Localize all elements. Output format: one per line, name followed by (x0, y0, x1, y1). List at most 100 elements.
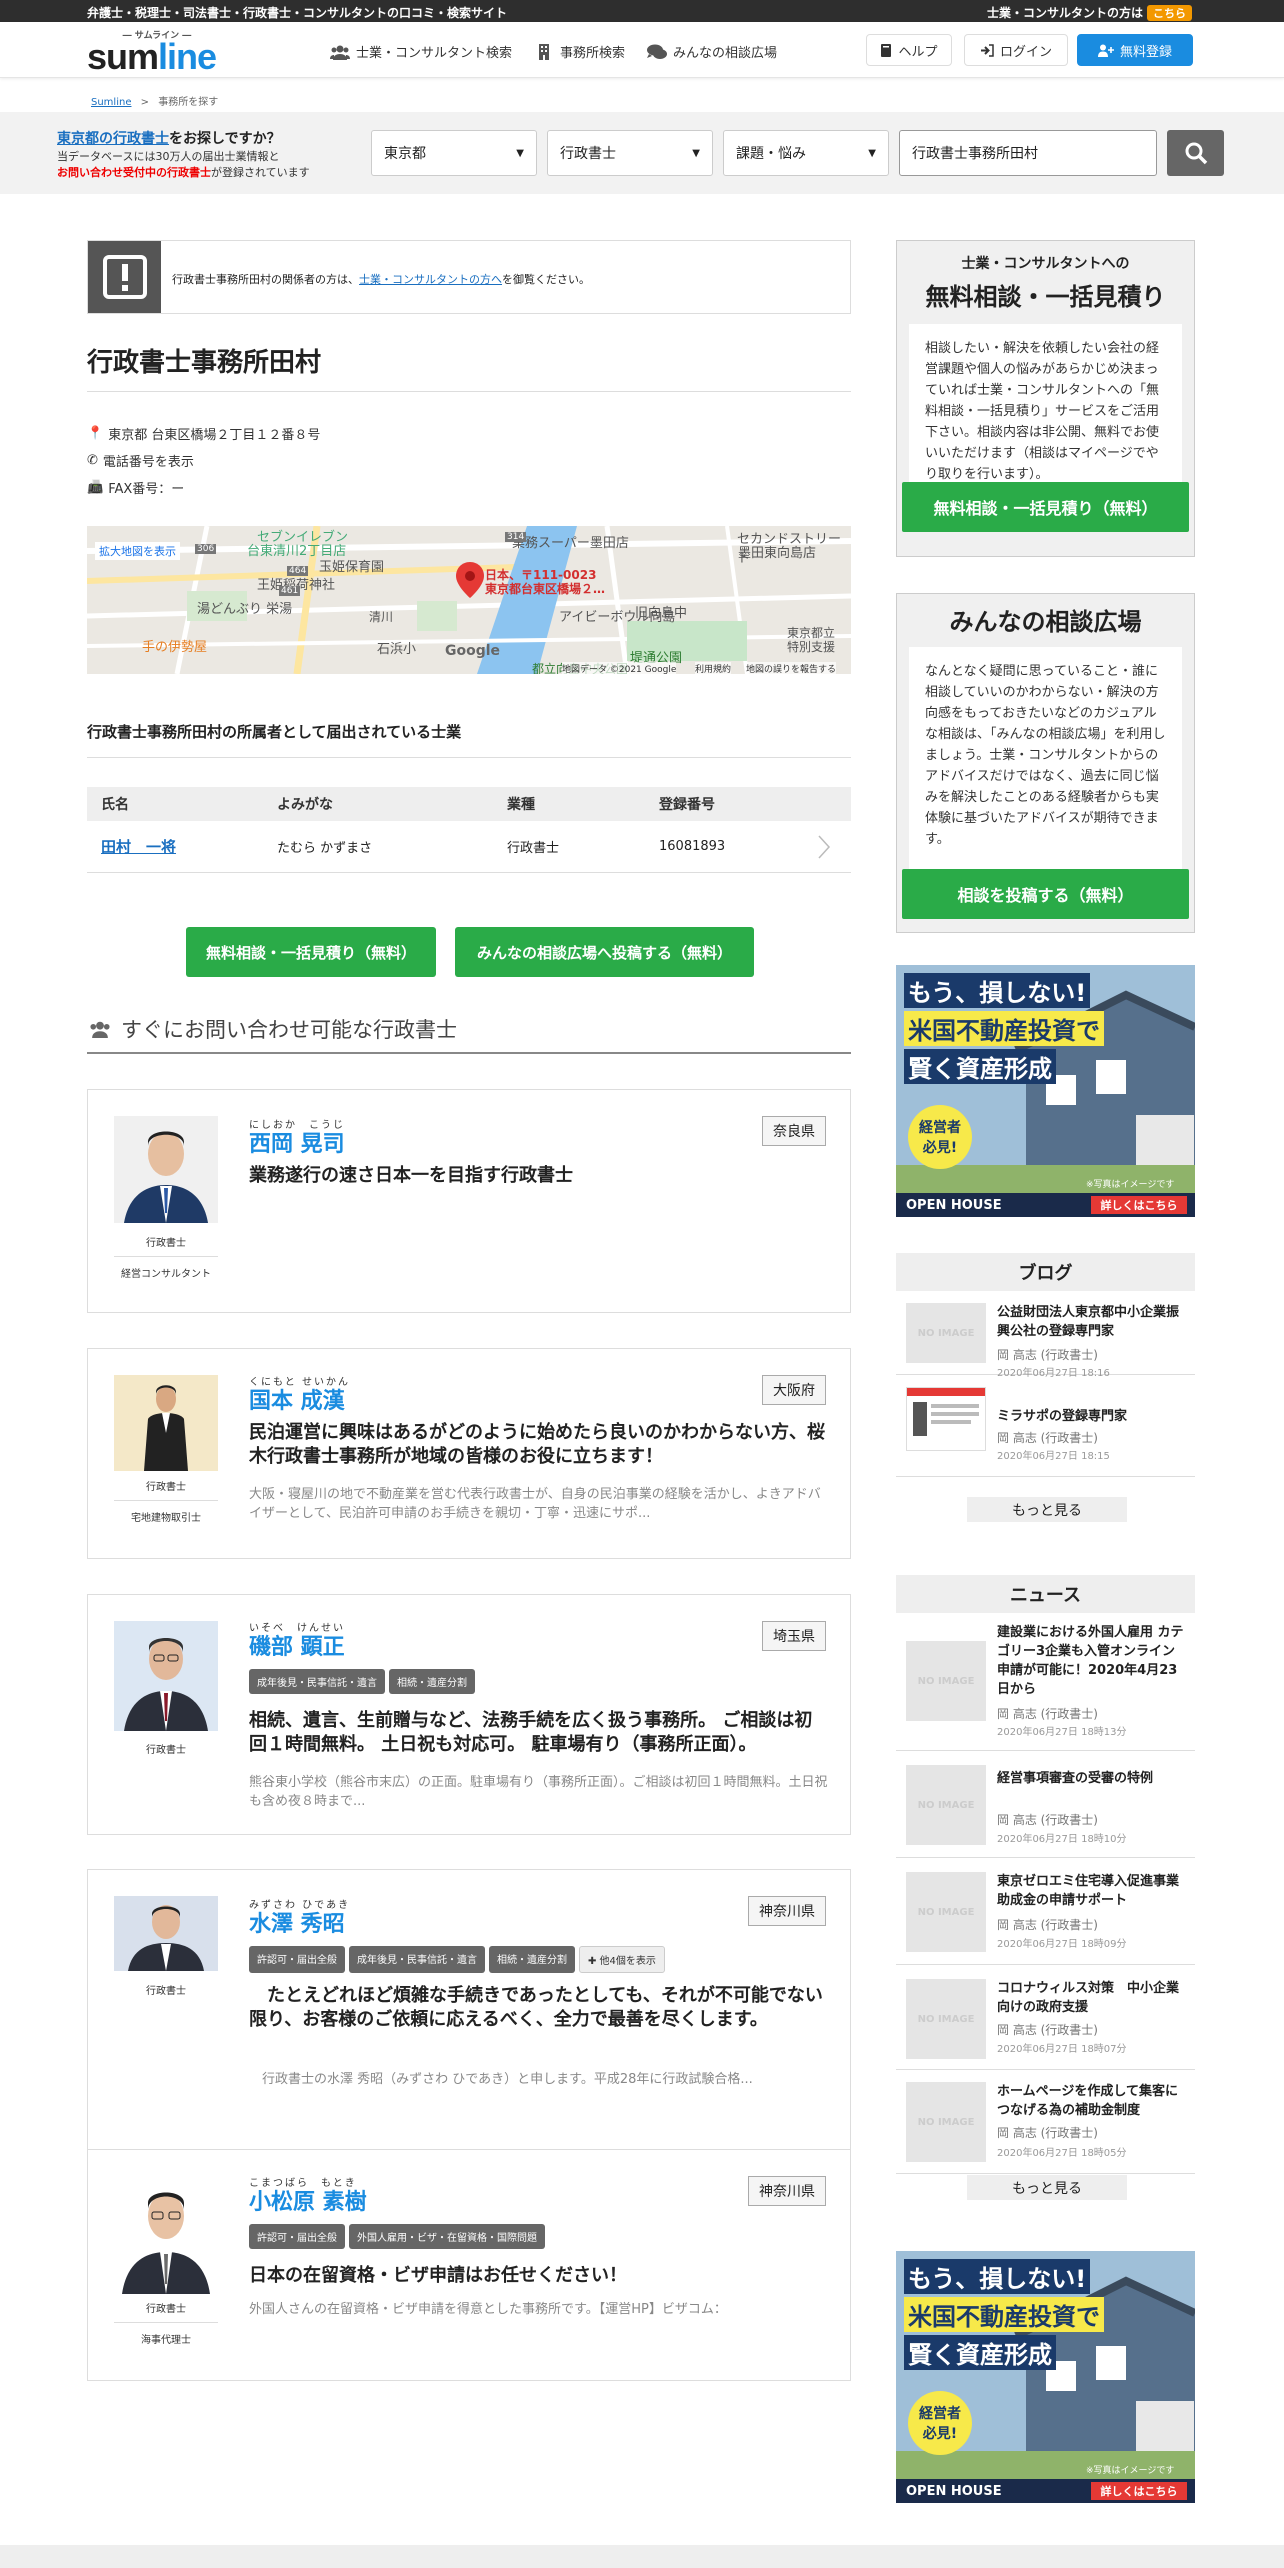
map-pin-icon: 📍 (87, 426, 104, 441)
prefecture-select[interactable]: 東京都 ▼ (371, 130, 537, 176)
search-button[interactable] (1167, 130, 1224, 176)
tag[interactable]: 成年後見・民事信託・遺言 (349, 1946, 485, 1973)
office-title: 行政書士事務所田村 (87, 348, 322, 378)
description: 熊谷東小学校（熊谷市末広）の正面。駐車場有り（事務所正面）。ご相談は初回１時間無… (249, 1775, 828, 1809)
member-name-link[interactable]: 田村 一将 (101, 838, 176, 856)
prefecture-badge: 奈良県 (762, 1116, 826, 1146)
list-item[interactable]: ミラサポの登録専門家 岡 高志 (行政書士) 2020年06月27日 18:15 (896, 1375, 1195, 1477)
job-select[interactable]: 行政書士 ▼ (547, 130, 713, 176)
sidebar-post-button[interactable]: 相談を投稿する（無料） (902, 869, 1189, 919)
openhouse-ad-banner[interactable]: もう、損しない! 米国不動産投資で 賢く資産形成 経営者 必見! ※写真はイメージ… (896, 965, 1195, 1217)
tag[interactable]: 相続・遺産分割 (489, 1946, 575, 1973)
catchphrase: たとえどれほど煩雑な手続きであったとしても、それが不可能でない限り、お客様のご依… (249, 1985, 823, 2030)
description: 大阪・寝屋川の地で不動産業を営む代表行政書士が、自身の民泊事業の経験を活かし、よ… (249, 1487, 821, 1521)
description: 外国人さんの在留資格・ビザ申請を得意とした事務所です。【運営HP】ビザコム： (249, 2302, 727, 2317)
post-forum-button[interactable]: みんなの相談広場へ投稿する（無料） (455, 927, 754, 977)
register-button[interactable]: 無料登録 (1077, 34, 1193, 66)
list-item[interactable]: NO IMAGE 東京ゼロエミ住宅導入促進事業 助成金の申請サポート 岡 高志 … (896, 1858, 1195, 1965)
topic-select[interactable]: 課題・悩み ▼ (723, 130, 889, 176)
chevron-right-icon (818, 835, 831, 859)
consultant-link[interactable]: 士業・コンサルタントの方は こちら (987, 4, 1193, 21)
phone-icon: ✆ (87, 453, 98, 468)
help-button[interactable]: ヘルプ (866, 34, 952, 66)
alert-icon (88, 241, 161, 313)
office-fax: 📠 FAX番号：ー (87, 480, 185, 497)
consultant-card[interactable]: 行政書士 みずさわ ひであき 水澤 秀昭 神奈川県 許認可・届出全般 成年後見・… (87, 1869, 851, 2162)
consultant-card[interactable]: 行政書士 宅地建物取引士 くにもと せいかん 国本 成漢 大阪府 民泊運営に興味… (87, 1348, 851, 1559)
description: 行政書士の水澤 秀昭（みずさわ ひであき）と申します。平成28年に行政試験合格.… (249, 2072, 753, 2087)
blog-heading: ブログ (896, 1253, 1195, 1291)
blog-more-button[interactable]: もっと見る (967, 1497, 1127, 1522)
prefecture-badge: 神奈川県 (748, 2176, 826, 2206)
building-icon (539, 43, 549, 60)
consultant-page-link[interactable]: 士業・コンサルタントの方へ (359, 273, 502, 286)
breadcrumb-current: 事務所を探す (158, 97, 219, 108)
nav-consultant-search[interactable]: 士業・コンサルタント検索 (330, 42, 512, 61)
top-bar: 弁護士・税理士・司法書士・行政書士・コンサルタントの口コミ・検索サイト 士業・コ… (0, 0, 1284, 22)
list-item[interactable]: NO IMAGE 建設業における外国人雇用 カテゴリー3企業も入管オンライン申請… (896, 1613, 1195, 1751)
breadcrumb-home[interactable]: Sumline (91, 97, 131, 108)
sidebar-consult-box: 士業・コンサルタントへの 無料相談・一括見積り 相談したい・解決を依頼したい会社… (896, 240, 1195, 557)
list-item[interactable]: NO IMAGE コロナウィルス対策 中小企業向けの政府支援 岡 高志 (行政書… (896, 1965, 1195, 2070)
tag[interactable]: 許認可・届出全般 (249, 1946, 345, 1973)
tag-list: 許認可・届出全般 成年後見・民事信託・遺言 相続・遺産分割 ✚ 他4個を表示 (249, 1946, 665, 1973)
office-tel[interactable]: ✆ 電話番号を表示 (87, 451, 194, 470)
avatar (114, 1116, 218, 1223)
sidebar-consult-button[interactable]: 無料相談・一括見積り（無料） (902, 482, 1189, 532)
tag-list: 許認可・届出全般 外国人雇用・ビザ・在留資格・国際問題 (249, 2224, 545, 2249)
list-item[interactable]: NO IMAGE 公益財団法人東京都中小企業振興公社の登録専門家 岡 高志 (行… (896, 1291, 1195, 1379)
map-enlarge-link[interactable]: 拡大地図を表示 (95, 542, 180, 560)
prefecture-badge: 神奈川県 (748, 1896, 826, 1926)
login-button[interactable]: ログイン (964, 34, 1068, 66)
prefecture-badge: 大阪府 (762, 1375, 826, 1405)
tag-list: 成年後見・民事信託・遺言 相続・遺産分割 (249, 1669, 475, 1694)
consultant-name[interactable]: 小松原 素樹 (249, 2184, 367, 2216)
avatar (114, 1896, 218, 1971)
members-table: 氏名 よみがな 業種 登録番号 田村 一将 たむら かずまさ 行政書士 1608… (87, 787, 851, 873)
tag[interactable]: 成年後見・民事信託・遺言 (249, 1669, 385, 1694)
nav-office-search[interactable]: 事務所検索 (534, 42, 625, 61)
office-map[interactable]: 拡大地図を表示 日本、〒111-0023 東京都台東区橋場２… セブンイレブン 台… (87, 526, 851, 674)
members-heading: 行政書士事務所田村の所属者として届出されている士業 (87, 723, 462, 741)
no-image-thumbnail: NO IMAGE (906, 1303, 986, 1363)
consultant-card[interactable]: 行政書士 海事代理士 こまつばら もとき 小松原 素樹 神奈川県 許認可・届出全… (87, 2149, 851, 2381)
map-pin-label: 日本、〒111-0023 東京都台東区橋場２… (485, 568, 606, 596)
table-row[interactable]: 田村 一将 たむら かずまさ 行政書士 16081893 (87, 821, 851, 873)
list-item[interactable]: NO IMAGE ホームページを作成して集客につなげる為の補助金制度 岡 高志 … (896, 2070, 1195, 2174)
google-logo: Google (445, 643, 501, 659)
section-heading: すぐにお問い合わせ可能な行政書士 (87, 1006, 851, 1054)
comments-icon (647, 44, 667, 59)
sidebar-forum-box: みんなの相談広場 なんとなく疑問に思っていること・誰に相談していいのかわからない… (896, 593, 1195, 933)
consult-estimate-button[interactable]: 無料相談・一括見積り（無料） (186, 927, 436, 977)
consultant-card[interactable]: 行政書士 経営コンサルタント にしおか こうじ 西岡 晃司 奈良県 業務遂行の速… (87, 1089, 851, 1313)
tag[interactable]: 許認可・届出全般 (249, 2224, 345, 2249)
blog-thumbnail (906, 1387, 986, 1451)
consultant-name[interactable]: 水澤 秀昭 (249, 1906, 345, 1938)
keyword-input[interactable]: 行政書士事務所田村 (899, 130, 1157, 176)
users-icon (90, 1021, 110, 1038)
consultant-card[interactable]: 行政書士 いそべ けんせい 磯部 顕正 埼玉県 成年後見・民事信託・遺言 相続・… (87, 1594, 851, 1835)
news-more-button[interactable]: もっと見る (967, 2175, 1127, 2200)
tag[interactable]: 相続・遺産分割 (389, 1669, 475, 1694)
nav-forum[interactable]: みんなの相談広場 (647, 42, 777, 61)
user-plus-icon (1097, 44, 1114, 57)
list-item[interactable]: NO IMAGE 経営事項審査の受審の特例 岡 高志 (行政書士) 2020年0… (896, 1751, 1195, 1858)
footer (0, 2545, 1284, 2568)
show-more-tags-button[interactable]: ✚ 他4個を表示 (579, 1946, 665, 1973)
openhouse-ad-banner[interactable]: もう、損しない! 米国不動産投資で 賢く資産形成 経営者 必見! ※写真はイメージ… (896, 2251, 1195, 2503)
no-image-thumbnail: NO IMAGE (906, 1979, 986, 2059)
kochira-badge[interactable]: こちら (1147, 5, 1193, 21)
map-terms-link[interactable]: 利用規約 (695, 662, 732, 674)
breadcrumb: Sumline > 事務所を探す (91, 97, 219, 108)
sumline-logo[interactable]: ― サムライン ― sumline (87, 28, 227, 75)
avatar (114, 2176, 218, 2294)
consultant-name[interactable]: 国本 成漢 (249, 1383, 345, 1415)
tag[interactable]: 外国人雇用・ビザ・在留資格・国際問題 (349, 2224, 545, 2249)
search-description: 当データベースには30万人の届出士業情報と お問い合わせ受付中の行政書士が登録され… (57, 150, 310, 179)
map-report-link[interactable]: 地図の誤りを報告する (746, 662, 837, 674)
office-address: 📍 東京都 台東区橋場２丁目１２番８号 (87, 426, 321, 443)
consultant-name[interactable]: 西岡 晃司 (249, 1126, 345, 1158)
catchphrase: 相続、遺言、生前贈与など、法務手続を広く扱う事務所。 ご相談は初回１時間無料。 … (249, 1710, 813, 1755)
consultant-name[interactable]: 磯部 顕正 (249, 1629, 345, 1661)
no-image-thumbnail: NO IMAGE (906, 1872, 986, 1952)
